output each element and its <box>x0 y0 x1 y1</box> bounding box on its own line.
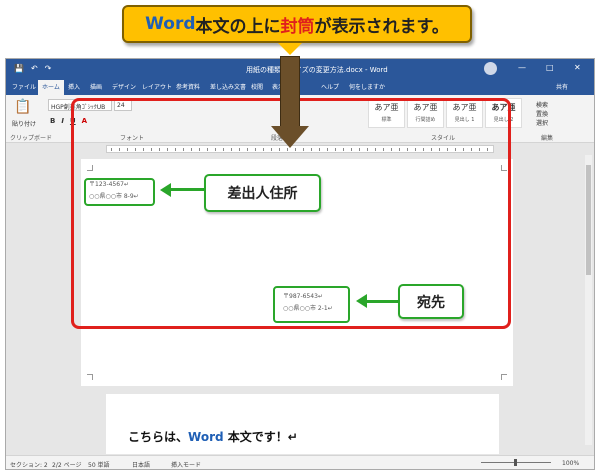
sender-arrow-line <box>170 188 204 191</box>
maximize-button[interactable]: □ <box>546 63 554 72</box>
paste-button[interactable]: 貼り付け <box>12 119 36 128</box>
margin-corner <box>501 374 507 380</box>
tell-me-search[interactable]: 何をしますか <box>349 82 385 91</box>
callout-text-2: が表示されます。 <box>314 16 449 37</box>
editing-group: 検索 置換 選択 <box>536 101 548 128</box>
tab-help[interactable]: ヘルプ <box>321 82 339 91</box>
tab-layout[interactable]: レイアウト <box>142 82 172 91</box>
body-text: こちらは、Word 本文です！↵ <box>128 428 298 445</box>
down-arrow-head-icon <box>271 126 309 148</box>
callout-envelope: 封筒 <box>280 16 315 37</box>
callout-text-1: 本文の上に <box>195 16 281 37</box>
find-button[interactable]: 検索 <box>536 101 548 110</box>
status-section: セクション: 2 <box>10 462 48 469</box>
body-word: Word <box>188 430 224 444</box>
tab-draw[interactable]: 描画 <box>90 82 102 91</box>
tab-mailings[interactable]: 差し込み文書 <box>210 82 246 91</box>
zoom-level[interactable]: 100% <box>562 460 579 467</box>
tab-home[interactable]: ホーム <box>38 80 64 95</box>
down-arrow-icon <box>280 56 300 128</box>
quick-access-toolbar: 💾 ↶ ↷ <box>14 64 51 73</box>
avatar[interactable] <box>484 62 497 75</box>
save-icon[interactable]: 💾 <box>14 64 24 73</box>
callout-tail <box>278 43 302 55</box>
tab-review[interactable]: 校閲 <box>251 82 263 91</box>
minimize-button[interactable]: — <box>518 63 526 72</box>
status-words[interactable]: 50 単語 <box>88 460 110 469</box>
ribbon-tabs: ファイル ホーム 挿入 描画 デザイン レイアウト 参考資料 差し込み文書 校閲… <box>6 79 594 95</box>
undo-icon[interactable]: ↶ <box>31 64 38 73</box>
callout-banner: Word 本文の上に 封筒 が表示されます。 <box>122 5 472 43</box>
vertical-scrollbar[interactable] <box>585 155 592 445</box>
status-page[interactable]: 2/2 ページ <box>52 460 81 469</box>
status-mode[interactable]: 挿入モード <box>171 460 201 469</box>
italic-button[interactable]: I <box>61 117 64 125</box>
recipient-arrow-line <box>366 300 400 303</box>
recipient-highlight-box <box>273 286 350 323</box>
sender-highlight-box <box>84 178 155 206</box>
sender-label: 差出人住所 <box>204 174 321 212</box>
redo-icon[interactable]: ↷ <box>45 64 52 73</box>
status-bar: セクション: 2 2/2 ページ 50 単語 日本語 挿入モード 100% <box>6 455 594 469</box>
callout-word: Word <box>145 14 196 34</box>
recipient-label: 宛先 <box>398 284 464 319</box>
document-title: 用紙の種類とサイズの変更方法.docx - Word <box>246 66 388 74</box>
share-button[interactable]: 共有 <box>556 82 568 91</box>
group-label-clipboard: クリップボード <box>10 135 53 142</box>
body-page[interactable]: こちらは、Word 本文です！↵ <box>106 394 499 454</box>
body-suffix: 本文です！↵ <box>223 430 298 444</box>
body-prefix: こちらは、 <box>128 430 189 444</box>
title-bar: 💾 ↶ ↷ 用紙の種類とサイズの変更方法.docx - Word — □ ✕ <box>6 59 594 79</box>
tab-design[interactable]: デザイン <box>112 82 136 91</box>
margin-corner <box>87 374 93 380</box>
tab-file[interactable]: ファイル <box>12 82 36 91</box>
select-button[interactable]: 選択 <box>536 119 548 128</box>
tab-references[interactable]: 参考資料 <box>176 82 200 91</box>
status-language[interactable]: 日本語 <box>132 460 150 469</box>
replace-button[interactable]: 置換 <box>536 110 548 119</box>
bold-button[interactable]: B <box>50 117 55 125</box>
zoom-slider-knob[interactable] <box>514 459 517 466</box>
group-label-editing: 編集 <box>541 135 554 142</box>
scrollbar-thumb[interactable] <box>586 165 591 275</box>
close-button[interactable]: ✕ <box>574 63 581 72</box>
paste-icon[interactable]: 📋 <box>14 99 31 115</box>
tab-insert[interactable]: 挿入 <box>68 82 80 91</box>
